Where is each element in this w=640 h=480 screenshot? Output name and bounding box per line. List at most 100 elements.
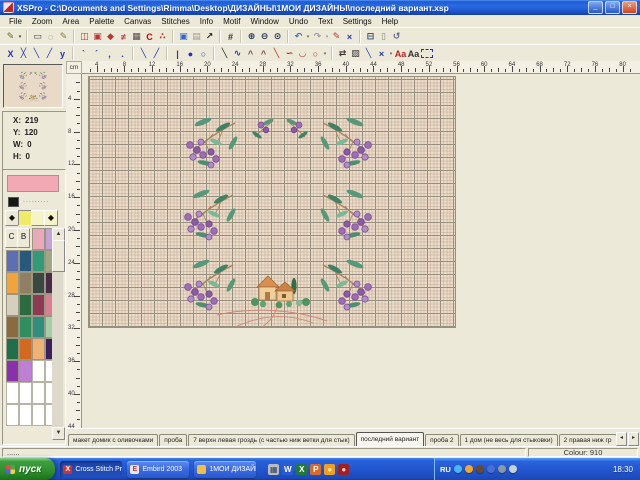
petite-4-button[interactable]: . bbox=[116, 47, 129, 61]
pointer-arrow-button[interactable]: ↗ bbox=[203, 30, 216, 44]
start-button[interactable]: пуск bbox=[0, 458, 55, 480]
diamond-dark-button[interactable]: ◆ bbox=[5, 210, 19, 226]
motif-grid-button[interactable]: ▦ bbox=[130, 30, 143, 44]
task-button[interactable]: XCross Stitch Pro... bbox=[60, 461, 122, 478]
palette-swatch[interactable] bbox=[32, 338, 45, 360]
delete-cross-button[interactable]: × bbox=[343, 30, 356, 44]
draw-pencil-caret-button[interactable]: ▾ bbox=[17, 30, 23, 44]
backstitch-fwd-button[interactable]: ╱ bbox=[150, 47, 163, 61]
petite-2-button[interactable]: ´ bbox=[90, 47, 103, 61]
tray-icon[interactable] bbox=[509, 465, 517, 473]
menu-item-info[interactable]: Info bbox=[195, 17, 218, 26]
menu-item-settings[interactable]: Settings bbox=[338, 17, 377, 26]
menu-item-canvas[interactable]: Canvas bbox=[119, 17, 156, 26]
palette-swatch[interactable] bbox=[32, 382, 45, 404]
palette-swatch[interactable] bbox=[6, 338, 19, 360]
palette-scroll-down-icon[interactable]: ▼ bbox=[52, 427, 65, 440]
quick-launch-icon[interactable]: ● bbox=[338, 464, 349, 475]
text-black-button[interactable]: Aa bbox=[407, 47, 420, 61]
quick-launch-icon[interactable]: ● bbox=[324, 464, 335, 475]
motif-flip-button[interactable]: ≠ bbox=[117, 30, 130, 44]
palette-swatch[interactable] bbox=[6, 294, 19, 316]
knot-filled-button[interactable]: ● bbox=[184, 47, 197, 61]
b-button[interactable]: B bbox=[17, 228, 30, 248]
special-curve-button[interactable]: ∽ bbox=[283, 47, 296, 61]
palette-swatch[interactable] bbox=[32, 294, 45, 316]
task-button[interactable]: EEmbird 2003 bbox=[127, 461, 189, 478]
special-circle-caret-button[interactable]: ▾ bbox=[322, 47, 328, 61]
motif-arrows-button[interactable]: ⇄ bbox=[336, 47, 349, 61]
quick-launch-icon[interactable]: W bbox=[282, 464, 293, 475]
language-indicator[interactable]: RU bbox=[440, 465, 451, 474]
special-red-line-button[interactable]: ╲ bbox=[270, 47, 283, 61]
special-black-line-button[interactable]: ╲ bbox=[218, 47, 231, 61]
select-lasso-button[interactable]: ◌ bbox=[44, 30, 57, 44]
special-arc-button[interactable]: ◡ bbox=[296, 47, 309, 61]
menu-item-undo[interactable]: Undo bbox=[284, 17, 313, 26]
palette-swatch[interactable] bbox=[32, 404, 45, 426]
mark-square-icon[interactable] bbox=[8, 197, 19, 207]
stitch-full-cross-button[interactable]: X bbox=[4, 47, 17, 61]
net-pattern-button[interactable]: ▨ bbox=[349, 47, 362, 61]
special-angle-1-button[interactable]: ^ bbox=[244, 47, 257, 61]
comb-tool-button[interactable]: # bbox=[224, 30, 237, 44]
palette-swatch[interactable] bbox=[32, 228, 45, 250]
palette-swatch[interactable] bbox=[32, 272, 45, 294]
palette-swatch[interactable] bbox=[19, 404, 32, 426]
quick-launch-icon[interactable]: ▦ bbox=[268, 464, 279, 475]
menu-item-area[interactable]: Area bbox=[57, 17, 84, 26]
palette-swatch[interactable] bbox=[19, 294, 32, 316]
menu-item-help[interactable]: Help bbox=[377, 17, 403, 26]
taskbar-clock[interactable]: 18:30 bbox=[613, 465, 635, 474]
palette-swatch[interactable] bbox=[32, 316, 45, 338]
palette-swatch[interactable] bbox=[19, 360, 32, 382]
pale-yellow-button[interactable] bbox=[31, 210, 45, 226]
select-rect-button[interactable]: ▭ bbox=[31, 30, 44, 44]
view-monitor-button[interactable]: ▣ bbox=[177, 30, 190, 44]
palette-swatch[interactable] bbox=[6, 404, 19, 426]
menu-item-motif[interactable]: Motif bbox=[218, 17, 245, 26]
palette-swatch[interactable] bbox=[32, 360, 45, 382]
palette-swatch[interactable] bbox=[19, 272, 32, 294]
tray-icon[interactable] bbox=[476, 465, 484, 473]
motif-rotate-button[interactable]: C bbox=[143, 30, 156, 44]
palette-swatch[interactable] bbox=[6, 250, 19, 272]
zoom-out-button[interactable]: ⊖ bbox=[258, 30, 271, 44]
palette-swatch[interactable] bbox=[32, 250, 45, 272]
palette-swatch[interactable] bbox=[19, 338, 32, 360]
minimize-button[interactable]: _ bbox=[588, 1, 603, 14]
knot-open-button[interactable]: ○ bbox=[197, 47, 210, 61]
tray-icon[interactable] bbox=[487, 465, 495, 473]
motif-paste-button[interactable]: ▣ bbox=[91, 30, 104, 44]
draw-pencil-button[interactable]: ✎ bbox=[4, 30, 17, 44]
menu-item-stitches[interactable]: Stitches bbox=[156, 17, 194, 26]
print-button[interactable]: ▤ bbox=[190, 30, 203, 44]
menu-item-palette[interactable]: Palette bbox=[84, 17, 119, 26]
save-file-button[interactable]: ⊟ bbox=[364, 30, 377, 44]
quick-launch-icon[interactable]: P bbox=[310, 464, 321, 475]
stitch-grid[interactable] bbox=[88, 76, 456, 328]
palette-swatch[interactable] bbox=[6, 382, 19, 404]
diamond-on-yellow-button[interactable]: ◆ bbox=[44, 210, 58, 226]
backstitch-back-button[interactable]: ╲ bbox=[137, 47, 150, 61]
zoom-in-button[interactable]: ⊕ bbox=[245, 30, 258, 44]
pen-cross-button[interactable]: × bbox=[375, 47, 388, 61]
special-wave-button[interactable]: ∿ bbox=[231, 47, 244, 61]
motif-stamp-button[interactable]: ◆ bbox=[104, 30, 117, 44]
close-button[interactable]: × bbox=[622, 1, 637, 14]
tray-icon[interactable] bbox=[465, 465, 473, 473]
canvas-area[interactable] bbox=[82, 74, 640, 428]
new-doc-button[interactable]: ▯ bbox=[377, 30, 390, 44]
undo-button[interactable]: ↶ bbox=[292, 30, 305, 44]
stitch-half-fwd-button[interactable]: ╱ bbox=[43, 47, 56, 61]
palette-swatch[interactable] bbox=[19, 316, 32, 338]
design-tab[interactable]: последний вариант bbox=[356, 432, 425, 447]
menu-item-zoom[interactable]: Zoom bbox=[27, 17, 57, 26]
special-angle-2-button[interactable]: ^ bbox=[257, 47, 270, 61]
petite-3-button[interactable]: , bbox=[103, 47, 116, 61]
redo-button[interactable]: ↷ bbox=[311, 30, 324, 44]
zoom-fit-button[interactable]: ⊙ bbox=[271, 30, 284, 44]
palette-swatch[interactable] bbox=[6, 272, 19, 294]
palette-swatch[interactable] bbox=[19, 382, 32, 404]
petite-1-button[interactable]: ` bbox=[77, 47, 90, 61]
